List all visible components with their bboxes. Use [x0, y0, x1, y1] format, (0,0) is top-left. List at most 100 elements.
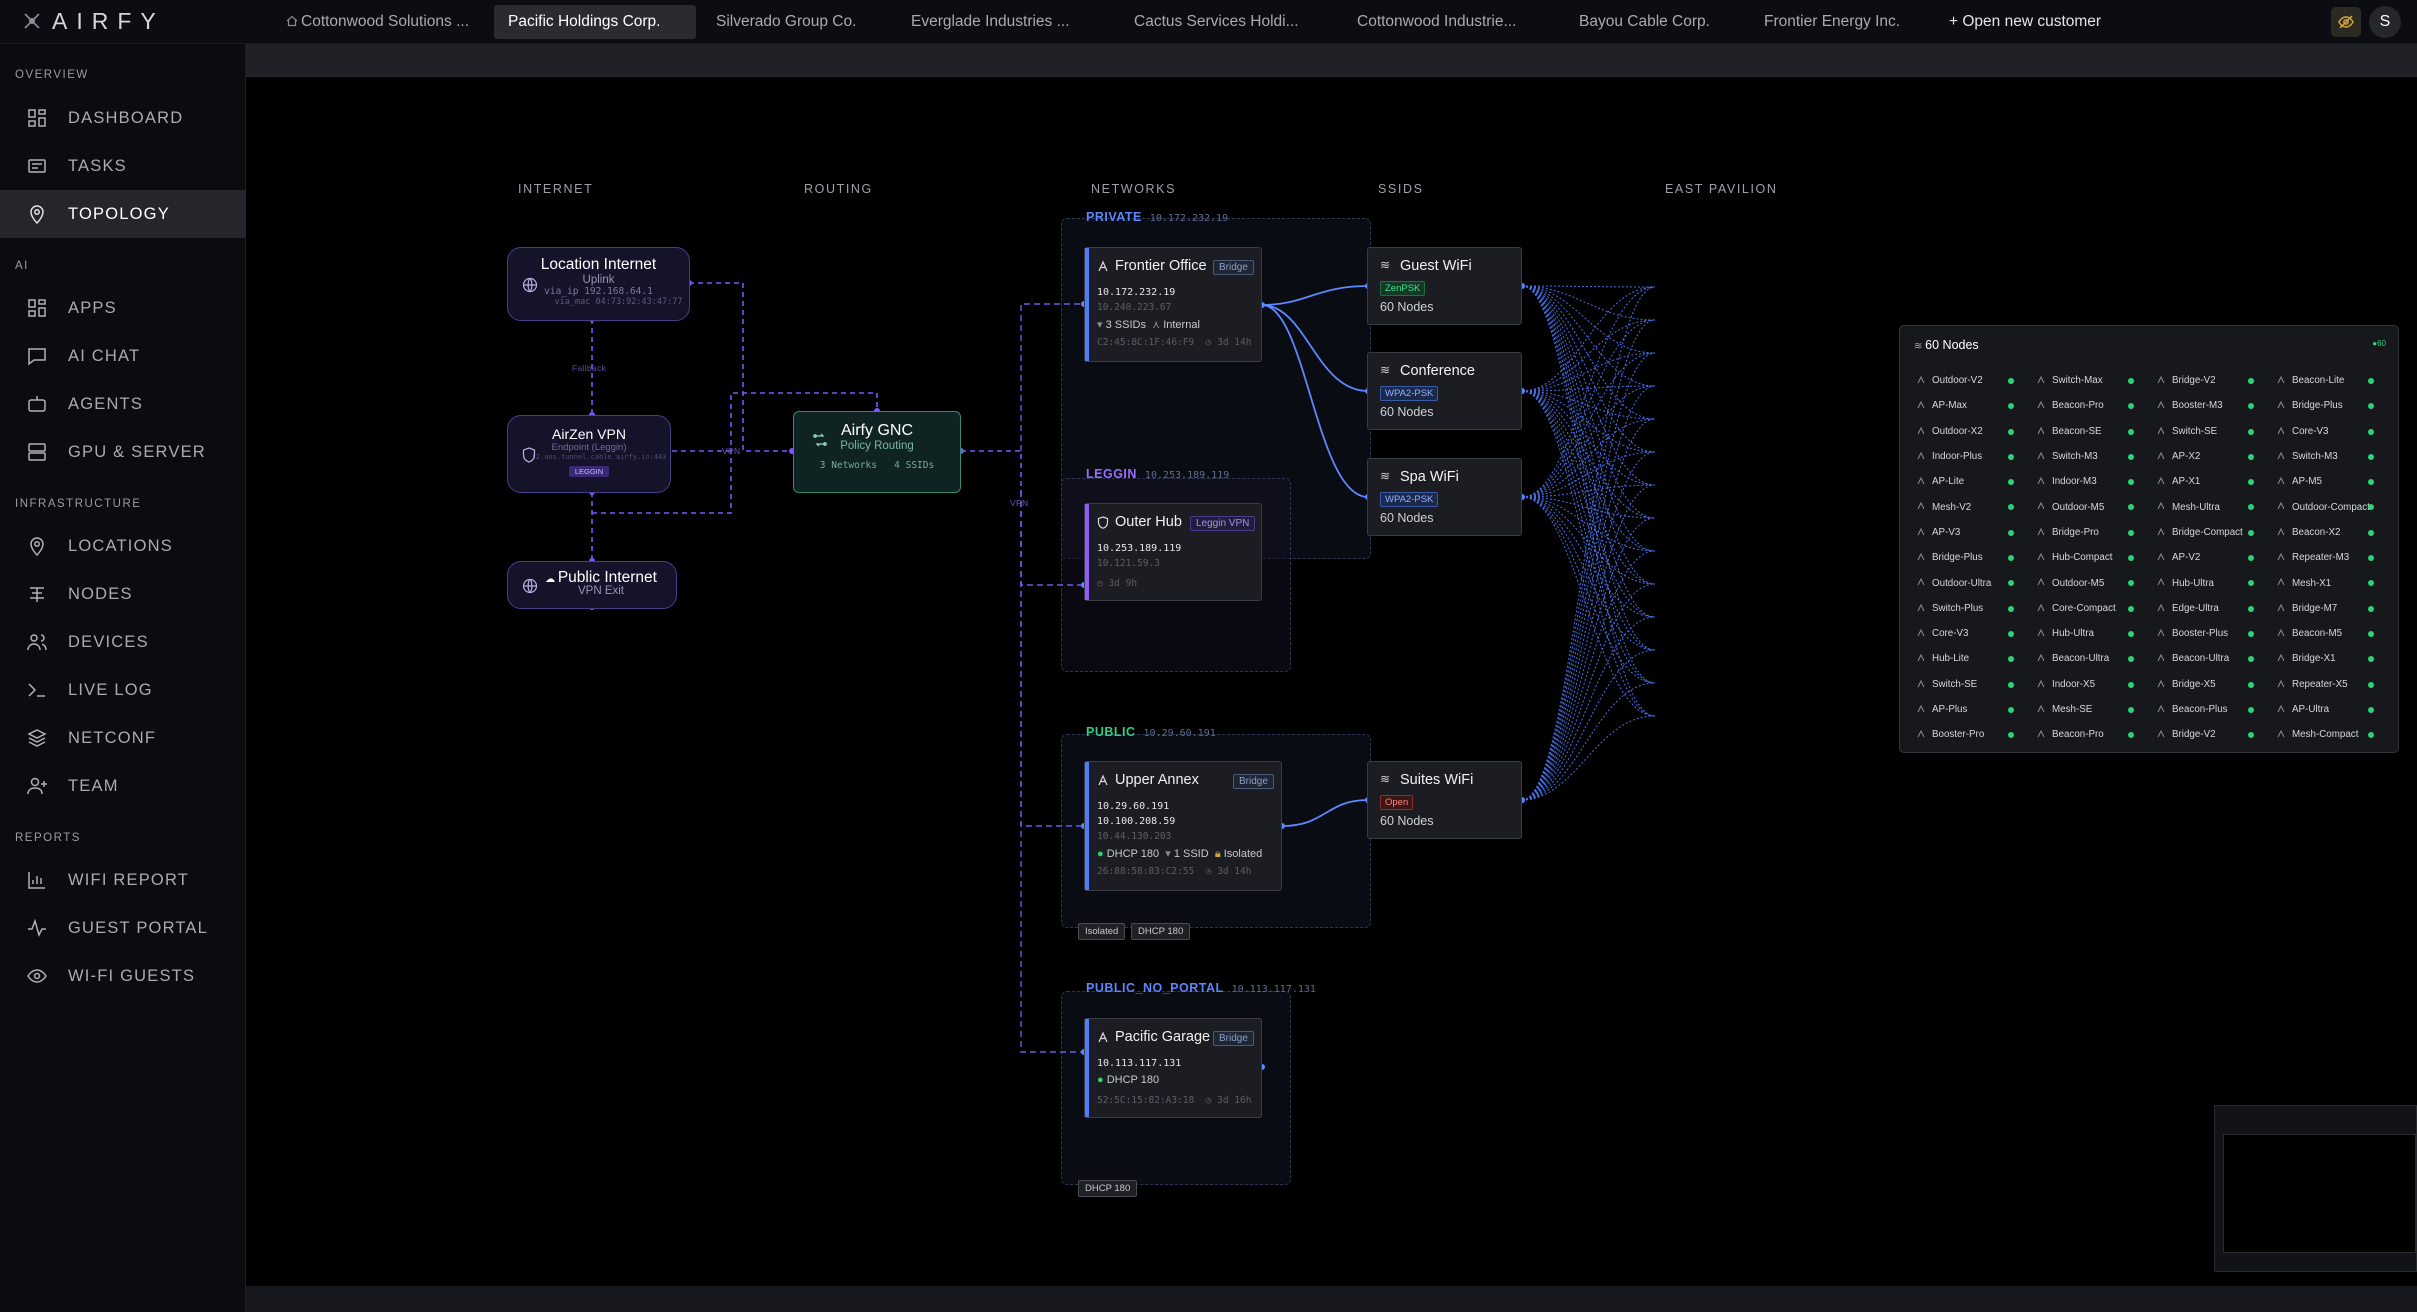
- sidebar-item-devices[interactable]: DEVICES: [0, 618, 246, 666]
- node-item[interactable]: Switch-M3: [2272, 444, 2392, 469]
- node-item[interactable]: Beacon-Ultra: [2152, 646, 2272, 671]
- node-item[interactable]: Beacon-Pro: [2032, 393, 2152, 418]
- sidebar-item-gpu-server[interactable]: GPU & SERVER: [0, 428, 246, 476]
- node-item[interactable]: AP-M5: [2272, 469, 2392, 494]
- node-item[interactable]: AP-V3: [1912, 520, 2032, 545]
- sidebar-item-apps[interactable]: APPS: [0, 284, 246, 332]
- app-logo[interactable]: AIRFY: [22, 8, 165, 34]
- network-card-outer-hub[interactable]: Outer Hub Leggin VPN 10.253.189.119 10.1…: [1084, 503, 1262, 601]
- node-item[interactable]: Repeater-M3: [2272, 545, 2392, 570]
- node-item[interactable]: AP-Max: [1912, 393, 2032, 418]
- node-item[interactable]: Beacon-Pro: [2032, 722, 2152, 747]
- node-item[interactable]: Outdoor-M5: [2032, 570, 2152, 595]
- node-item[interactable]: Switch-SE: [2152, 419, 2272, 444]
- tab-customer-7[interactable]: Bayou Cable Corp.: [1565, 5, 1724, 39]
- node-item[interactable]: Bridge-Pro: [2032, 520, 2152, 545]
- node-item[interactable]: Bridge-V2: [2152, 368, 2272, 393]
- sidebar-item-netconf[interactable]: NETCONF: [0, 714, 246, 762]
- node-item[interactable]: Beacon-Plus: [2152, 697, 2272, 722]
- node-item[interactable]: Bridge-Plus: [2272, 393, 2392, 418]
- tab-customer-3[interactable]: Silverado Group Co.: [702, 5, 870, 39]
- node-item[interactable]: Mesh-V2: [1912, 494, 2032, 519]
- node-item[interactable]: Outdoor-X2: [1912, 419, 2032, 444]
- node-item[interactable]: Switch-Plus: [1912, 596, 2032, 621]
- node-item[interactable]: Bridge-V2: [2152, 722, 2272, 747]
- node-item[interactable]: Indoor-M3: [2032, 469, 2152, 494]
- sidebar-item-locations[interactable]: LOCATIONS: [0, 522, 246, 570]
- node-item[interactable]: Bridge-Plus: [1912, 545, 2032, 570]
- sidebar-item-dashboard[interactable]: DASHBOARD: [0, 94, 246, 142]
- public-internet-node[interactable]: ☁ Public Internet VPN Exit: [507, 561, 677, 609]
- privacy-toggle-button[interactable]: [2331, 7, 2361, 37]
- sidebar-item-team[interactable]: TEAM: [0, 762, 246, 810]
- node-item[interactable]: Beacon-Lite: [2272, 368, 2392, 393]
- node-item[interactable]: Booster-Plus: [2152, 621, 2272, 646]
- node-item[interactable]: Core-V3: [2272, 419, 2392, 444]
- node-item[interactable]: Bridge-X1: [2272, 646, 2392, 671]
- node-item[interactable]: Indoor-X5: [2032, 672, 2152, 697]
- minimap[interactable]: [2214, 1105, 2417, 1272]
- node-item[interactable]: Beacon-M5: [2272, 621, 2392, 646]
- ssid-card-guest-wifi[interactable]: ≋ Guest WiFi ZenPSK 60 Nodes: [1367, 247, 1522, 325]
- node-item[interactable]: Core-Compact: [2032, 596, 2152, 621]
- network-card-upper-annex[interactable]: Upper Annex Bridge 10.29.60.191 10.100.2…: [1084, 761, 1282, 891]
- sidebar-item-live-log[interactable]: LIVE LOG: [0, 666, 246, 714]
- node-item[interactable]: Hub-Compact: [2032, 545, 2152, 570]
- node-item[interactable]: Mesh-X1: [2272, 570, 2392, 595]
- node-item[interactable]: Beacon-SE: [2032, 419, 2152, 444]
- node-item[interactable]: Booster-Pro: [1912, 722, 2032, 747]
- node-item[interactable]: Hub-Ultra: [2032, 621, 2152, 646]
- node-item[interactable]: Hub-Ultra: [2152, 570, 2272, 595]
- node-item[interactable]: Mesh-Ultra: [2152, 494, 2272, 519]
- node-item[interactable]: Edge-Ultra: [2152, 596, 2272, 621]
- node-item[interactable]: AP-Ultra: [2272, 697, 2392, 722]
- node-item[interactable]: AP-Lite: [1912, 469, 2032, 494]
- sidebar-item-guest-portal[interactable]: GUEST PORTAL: [0, 904, 246, 952]
- tab-customer-6[interactable]: Cottonwood Industrie...: [1343, 5, 1530, 39]
- tab-customer-8[interactable]: Frontier Energy Inc.: [1750, 5, 1914, 39]
- airzen-vpn-node[interactable]: AirZen VPN Endpoint (Leggin) l2.aos.tunn…: [507, 415, 671, 493]
- tab-customer-4[interactable]: Everglade Industries ...: [897, 5, 1084, 39]
- sidebar-item-nodes[interactable]: NODES: [0, 570, 246, 618]
- node-item[interactable]: AP-X1: [2152, 469, 2272, 494]
- node-item[interactable]: Switch-Max: [2032, 368, 2152, 393]
- node-item[interactable]: Core-V3: [1912, 621, 2032, 646]
- node-item[interactable]: Mesh-SE: [2032, 697, 2152, 722]
- node-item[interactable]: Beacon-X2: [2272, 520, 2392, 545]
- node-item[interactable]: Hub-Lite: [1912, 646, 2032, 671]
- ssid-card-suites-wifi[interactable]: ≋ Suites WiFi Open 60 Nodes: [1367, 761, 1522, 839]
- node-item[interactable]: Switch-SE: [1912, 672, 2032, 697]
- open-new-customer-button[interactable]: + Open new customer: [1935, 5, 2115, 39]
- sidebar-item-wifi-guests[interactable]: WI-FI GUESTS: [0, 952, 246, 1000]
- topology-canvas[interactable]: INTERNET ROUTING NETWORKS SSIDS EAST PAV…: [246, 77, 2417, 1286]
- area-nodes-panel[interactable]: ≋ 60 Nodes ●60 Outdoor-V2 Switch-Max Bridg…: [1899, 325, 2399, 753]
- network-card-frontier-office[interactable]: Frontier Office Bridge 10.172.232.19 10.…: [1084, 247, 1262, 362]
- network-card-pacific-garage[interactable]: Pacific Garage Bridge 10.113.117.131 ● D…: [1084, 1018, 1262, 1118]
- node-item[interactable]: Outdoor-Compact: [2272, 494, 2392, 519]
- ssid-card-spa-wifi[interactable]: ≋ Spa WiFi WPA2-PSK 60 Nodes: [1367, 458, 1522, 536]
- location-internet-node[interactable]: Location Internet Uplink via_ip 192.168.…: [507, 247, 690, 321]
- node-item[interactable]: Bridge-Compact: [2152, 520, 2272, 545]
- node-item[interactable]: Repeater-X5: [2272, 672, 2392, 697]
- node-item[interactable]: Outdoor-Ultra: [1912, 570, 2032, 595]
- node-item[interactable]: Bridge-X5: [2152, 672, 2272, 697]
- airfy-gnc-node[interactable]: Airfy GNC Policy Routing 3 Networks 4 SS…: [793, 411, 961, 493]
- node-item[interactable]: AP-Plus: [1912, 697, 2032, 722]
- sidebar-item-agents[interactable]: AGENTS: [0, 380, 246, 428]
- node-item[interactable]: Switch-M3: [2032, 444, 2152, 469]
- tab-customer-1[interactable]: Cottonwood Solutions ...: [272, 5, 483, 39]
- node-item[interactable]: Indoor-Plus: [1912, 444, 2032, 469]
- node-item[interactable]: Beacon-Ultra: [2032, 646, 2152, 671]
- sidebar-item-wifi-report[interactable]: WIFI REPORT: [0, 856, 246, 904]
- tab-customer-5[interactable]: Cactus Services Holdi...: [1120, 5, 1313, 39]
- node-item[interactable]: Outdoor-V2: [1912, 368, 2032, 393]
- node-item[interactable]: Bridge-M7: [2272, 596, 2392, 621]
- minimap-viewport[interactable]: [2223, 1134, 2416, 1253]
- node-item[interactable]: Booster-M3: [2152, 393, 2272, 418]
- sidebar-item-ai-chat[interactable]: AI CHAT: [0, 332, 246, 380]
- user-avatar[interactable]: S: [2369, 6, 2401, 38]
- sidebar-item-tasks[interactable]: TASKS: [0, 142, 246, 190]
- node-item[interactable]: AP-V2: [2152, 545, 2272, 570]
- sidebar-item-topology[interactable]: TOPOLOGY: [0, 190, 246, 238]
- node-item[interactable]: AP-X2: [2152, 444, 2272, 469]
